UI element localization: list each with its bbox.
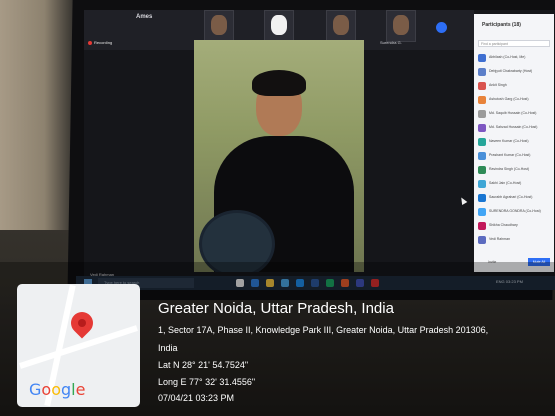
participant-row[interactable]: Ankit Singh: [478, 82, 552, 91]
participant-search-input[interactable]: Find a participant: [478, 40, 550, 47]
participant-face: [393, 15, 409, 35]
participant-row[interactable]: Debjyoti Chakrabarty (Host): [478, 68, 552, 77]
participant-name: Sakhi Jain (Co-Host): [489, 181, 522, 185]
participant-face: [333, 15, 349, 35]
participant-thumbnail[interactable]: [386, 10, 416, 42]
laptop-screen: Ames Recording Shikha Chaudhary Md Saqui…: [84, 10, 555, 288]
participant-name: Saurabh Agrahari (Co-Host): [489, 195, 533, 199]
participant-name: Vedi Rahman: [489, 237, 511, 241]
participant-row[interactable]: Ravindra Singh (Co-Host): [478, 166, 552, 175]
participant-avatar: [478, 236, 486, 244]
participant-thumbnail[interactable]: [264, 10, 294, 42]
participant-avatar: [478, 152, 486, 160]
participant-row[interactable]: Sakhi Jain (Co-Host): [478, 180, 552, 189]
participant-name: Md. Saquib Hussain (Co-Host): [489, 111, 537, 115]
main-video-feed[interactable]: [194, 40, 364, 272]
participant-avatar: [478, 194, 486, 202]
participant-row[interactable]: Md. Sahzad Hussain (Co-Host): [478, 124, 552, 133]
participant-name: Debjyoti Chakrabarty (Host): [489, 69, 533, 73]
meeting-title: Ames: [136, 14, 153, 20]
participant-name: Ankit Singh: [489, 83, 507, 87]
recording-label: Recording: [94, 40, 113, 45]
participant-avatar: [478, 110, 486, 118]
participant-face: [271, 15, 287, 35]
participant-avatar: [478, 180, 486, 188]
participant-name: Md. Sahzad Hussain (Co-Host): [489, 125, 538, 129]
participant-name: Prashant Kumar (Co-Host): [489, 153, 531, 157]
participant-name: SURENDRA GONDRA (Co-Host): [489, 209, 541, 213]
recording-dot-icon: [88, 40, 92, 45]
participant-face: [211, 15, 227, 35]
participant-thumbnail[interactable]: [204, 10, 234, 42]
participant-thumbnail-label: Surendra G.: [380, 40, 402, 45]
participant-name: Ravindra Singh (Co-Host): [489, 167, 530, 171]
google-logo: Google: [29, 380, 86, 399]
participant-avatar: [478, 138, 486, 146]
participant-row[interactable]: Ashutosh Garg (Co-Host): [478, 96, 552, 105]
mouse-cursor-icon: [458, 195, 468, 206]
participant-name: Shikha Chaudhary: [489, 223, 518, 227]
participants-panel-title: Participants (18): [482, 22, 521, 28]
participant-avatar: [478, 96, 486, 104]
participant-row[interactable]: Prashant Kumar (Co-Host): [478, 152, 552, 161]
participant-name: Abhilash (Co-Host, Me): [489, 55, 526, 59]
participant-row[interactable]: Naveen Kumar (Co-Host): [478, 138, 552, 147]
location-country: India: [158, 343, 178, 353]
participant-row[interactable]: Vedi Rahman: [478, 236, 552, 245]
latitude-readout: Lat N 28° 21' 54.7524": [158, 360, 249, 370]
participant-row[interactable]: SURENDRA GONDRA (Co-Host): [478, 208, 552, 217]
location-title: Greater Noida, Uttar Pradesh, India: [158, 300, 394, 317]
participant-row[interactable]: Saurabh Agrahari (Co-Host): [478, 194, 552, 203]
timestamp-readout: 07/04/21 03:23 PM: [158, 393, 235, 403]
participants-panel: Participants (18) Find a participant Abh…: [474, 14, 554, 272]
participant-thumbnail[interactable]: [326, 10, 356, 42]
recording-indicator: Recording: [88, 40, 112, 45]
location-address: 1, Sector 17A, Phase II, Knowledge Park …: [158, 325, 489, 335]
participant-avatar: [478, 166, 486, 174]
map-thumbnail: Google: [17, 284, 140, 407]
longitude-readout: Long E 77° 32' 31.4556": [158, 377, 256, 387]
participant-avatar: [478, 68, 486, 76]
participant-avatar: [478, 222, 486, 230]
participant-name: Naveen Kumar (Co-Host): [489, 139, 529, 143]
participant-row[interactable]: Md. Saquib Hussain (Co-Host): [478, 110, 552, 119]
participant-row[interactable]: Abhilash (Co-Host, Me): [478, 54, 552, 63]
participant-row[interactable]: Shikha Chaudhary: [478, 222, 552, 231]
participant-avatar: [478, 82, 486, 90]
location-pin-center: [78, 319, 86, 327]
participant-avatar: [478, 124, 486, 132]
participant-avatar: [478, 208, 486, 216]
participant-name: Ashutosh Garg (Co-Host): [489, 97, 529, 101]
status-dot-icon[interactable]: [436, 22, 447, 33]
speaker-hair: [252, 70, 306, 96]
participant-avatar: [478, 54, 486, 62]
